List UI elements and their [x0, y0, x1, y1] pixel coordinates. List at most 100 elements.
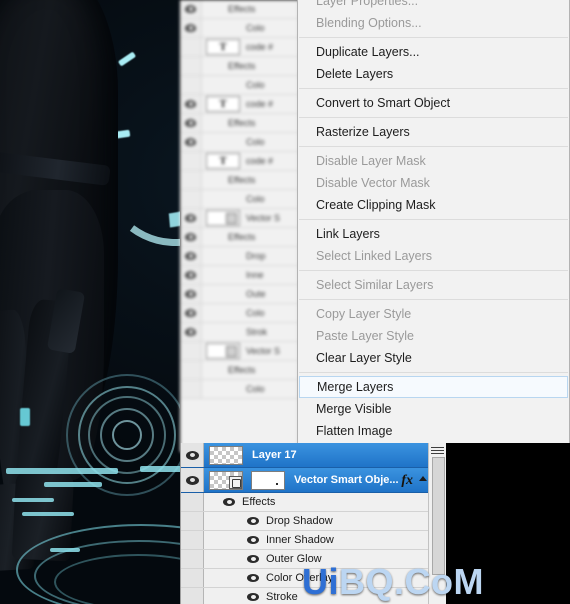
- hologram-bar: [44, 482, 102, 487]
- menu-item-merge-layers[interactable]: Merge Layers: [299, 376, 568, 398]
- hologram-bar: [140, 466, 180, 472]
- fx-icon[interactable]: fx: [401, 473, 413, 489]
- menu-item-clear-layer-style[interactable]: Clear Layer Style: [298, 347, 569, 369]
- menu-separator: [299, 299, 568, 300]
- eye-icon[interactable]: [247, 593, 259, 601]
- menu-item-merge-visible[interactable]: Merge Visible: [298, 398, 569, 420]
- layer-label-behind: Colo: [246, 194, 265, 204]
- layer-visibility-toggle[interactable]: [181, 443, 204, 467]
- layer-visibility-toggle[interactable]: [180, 38, 202, 56]
- layer-label-behind: Effects: [228, 61, 256, 71]
- menu-item-paste-layer-style: Paste Layer Style: [316, 329, 414, 343]
- menu-item-create-clipping-mask[interactable]: Create Clipping Mask: [298, 194, 569, 216]
- eye-icon[interactable]: [247, 574, 259, 582]
- layer-visibility-toggle[interactable]: [180, 209, 202, 227]
- layer-visibility-toggle[interactable]: [180, 171, 202, 189]
- effect-row-inner-shadow[interactable]: Inner Shadow: [181, 531, 446, 550]
- layer-row-layer-17[interactable]: Layer 17: [181, 443, 446, 468]
- layer-visibility-toggle[interactable]: [180, 0, 202, 18]
- layer-thumbnail[interactable]: [209, 470, 243, 490]
- menu-item-select-similar-layers: Select Similar Layers: [316, 278, 434, 292]
- menu-separator: [299, 37, 568, 38]
- eye-icon: [185, 119, 196, 127]
- layer-visibility-toggle[interactable]: [180, 323, 202, 341]
- layer-name[interactable]: Layer 17: [252, 449, 297, 461]
- layer-visibility-toggle[interactable]: [180, 228, 202, 246]
- watermark-part: CoM: [404, 561, 485, 602]
- eye-icon: [185, 271, 196, 279]
- document-canvas[interactable]: [0, 0, 180, 604]
- hologram-ring: [112, 420, 142, 450]
- menu-item-convert-to-smart-object[interactable]: Convert to Smart Object: [298, 92, 569, 114]
- scrollbar-thumb[interactable]: [432, 457, 445, 575]
- effects-gutter: [181, 588, 204, 604]
- eye-icon: [185, 214, 196, 222]
- layer-row-vector-smart-object[interactable]: Vector Smart Obje... fx: [181, 468, 446, 493]
- layer-label-behind: code #: [246, 99, 274, 109]
- layer-visibility-toggle[interactable]: [180, 247, 202, 265]
- layer-visibility-toggle[interactable]: [180, 19, 202, 37]
- layer-visibility-toggle[interactable]: [180, 152, 202, 170]
- layer-label-behind: Colo: [246, 137, 265, 147]
- layer-visibility-toggle[interactable]: [180, 304, 202, 322]
- hologram-bar: [12, 498, 54, 502]
- menu-separator: [299, 146, 568, 147]
- hologram-bar: [6, 468, 118, 474]
- layer-label-behind: Colo: [246, 384, 265, 394]
- eye-icon: [185, 252, 196, 260]
- eye-icon[interactable]: [247, 517, 259, 525]
- vector-layer-thumbnail[interactable]: [206, 343, 240, 359]
- eye-icon: [185, 475, 199, 485]
- layer-visibility-toggle[interactable]: [180, 342, 202, 360]
- eye-icon[interactable]: [223, 498, 235, 506]
- layer-visibility-toggle[interactable]: [180, 133, 202, 151]
- menu-item-delete-layers[interactable]: Delete Layers: [298, 63, 569, 85]
- text-layer-thumbnail[interactable]: T: [206, 39, 240, 55]
- layer-visibility-toggle[interactable]: [180, 76, 202, 94]
- eye-icon: [185, 5, 196, 13]
- menu-item-disable-layer-mask: Disable Layer Mask: [316, 154, 426, 168]
- panel-grip-icon[interactable]: [431, 445, 444, 457]
- layer-thumbnail[interactable]: [209, 445, 243, 465]
- effects-group-label: Effects: [242, 496, 276, 508]
- menu-separator: [299, 270, 568, 271]
- watermark-part: U: [302, 561, 329, 602]
- eye-icon[interactable]: [247, 555, 259, 563]
- menu-item-rasterize-layers[interactable]: Rasterize Layers: [298, 121, 569, 143]
- menu-item-duplicate-layers[interactable]: Duplicate Layers...: [298, 41, 569, 63]
- layer-visibility-toggle[interactable]: [180, 95, 202, 113]
- layer-visibility-toggle[interactable]: [180, 361, 202, 379]
- menu-item-flatten-image[interactable]: Flatten Image: [298, 420, 569, 442]
- layer-visibility-toggle[interactable]: [180, 114, 202, 132]
- effects-gutter: [181, 531, 204, 549]
- layer-visibility-toggle[interactable]: [180, 57, 202, 75]
- layer-visibility-toggle[interactable]: [180, 380, 202, 398]
- menu-separator: [299, 88, 568, 89]
- layer-visibility-toggle[interactable]: [181, 468, 204, 492]
- menu-item-select-linked-layers: Select Linked Layers: [316, 249, 433, 263]
- text-layer-thumbnail[interactable]: T: [206, 153, 240, 169]
- hologram-bar: [22, 512, 74, 516]
- text-layer-thumbnail[interactable]: T: [206, 96, 240, 112]
- expand-effects-caret-icon[interactable]: [419, 476, 427, 481]
- layer-visibility-toggle[interactable]: [180, 190, 202, 208]
- layer-label-behind: Vector S: [246, 346, 281, 356]
- menu-item-layer-properties: Layer Properties...: [316, 0, 419, 8]
- effects-group-row[interactable]: Effects: [181, 493, 446, 512]
- eye-icon: [185, 328, 196, 336]
- menu-item-link-layers[interactable]: Link Layers: [298, 223, 569, 245]
- eye-icon: [185, 290, 196, 298]
- vector-layer-thumbnail[interactable]: [206, 210, 240, 226]
- layer-visibility-toggle[interactable]: [180, 285, 202, 303]
- layer-label-behind: code #: [246, 42, 274, 52]
- layer-visibility-toggle[interactable]: [180, 266, 202, 284]
- layer-label-behind: Colo: [246, 80, 265, 90]
- layer-mask-thumbnail[interactable]: [251, 470, 285, 490]
- layer-context-menu[interactable]: Layer Properties... Blending Options... Du…: [297, 0, 570, 446]
- watermark: UiBQ.CoM: [302, 560, 570, 604]
- effect-row-drop-shadow[interactable]: Drop Shadow: [181, 512, 446, 531]
- menu-item-disable-vector-mask: Disable Vector Mask: [316, 176, 430, 190]
- menu-separator: [299, 117, 568, 118]
- eye-icon[interactable]: [247, 536, 259, 544]
- layer-name[interactable]: Vector Smart Obje...: [294, 474, 399, 486]
